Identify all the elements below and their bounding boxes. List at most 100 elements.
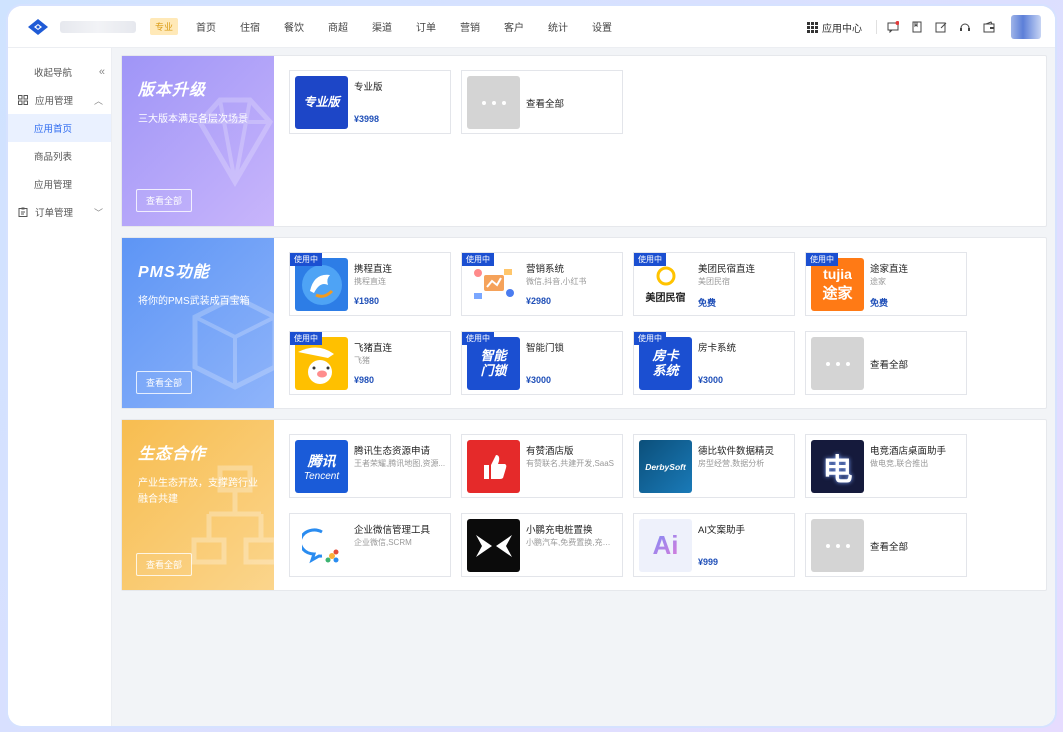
app-center-button[interactable]: 应用中心 bbox=[807, 20, 862, 35]
sidebar-group-label: 订单管理 bbox=[35, 208, 74, 219]
app-name: 美团民宿直连 bbox=[698, 264, 756, 275]
app-card-tencent[interactable]: 腾讯 Tencent 腾讯生态资源申请 王者荣耀,腾讯地图,资源... bbox=[289, 434, 451, 498]
more-icon bbox=[467, 76, 520, 129]
brand-name-blurred bbox=[60, 20, 136, 33]
edition-badge: 专业 bbox=[150, 18, 179, 35]
app-window: 专业 首页 住宿 餐饮 商超 渠道 订单 营销 客户 统计 设置 应用中心 收起… bbox=[8, 6, 1055, 726]
app-name: 专业版 bbox=[354, 82, 383, 93]
sidebar-group-order-management[interactable]: 订单管理 ﹀ bbox=[8, 198, 111, 226]
app-price: ¥1980 bbox=[354, 296, 380, 306]
app-desc: 微信,抖音,小红书 bbox=[526, 277, 587, 286]
view-all-label: 查看全部 bbox=[526, 99, 565, 110]
app-card-meituan-homestay[interactable]: 使用中 美团民宿 美团民宿直连 美团民宿 免费 bbox=[633, 252, 795, 316]
app-card-ai-copywriter[interactable]: Ai AI文案助手 ¥999 bbox=[633, 513, 795, 577]
diamond-icon bbox=[196, 97, 274, 187]
app-card-wecom[interactable]: 企业微信管理工具 企业微信,SCRM bbox=[289, 513, 451, 577]
nav-customers[interactable]: 客户 bbox=[504, 19, 524, 34]
in-use-badge: 使用中 bbox=[290, 253, 322, 266]
double-chevron-left-icon: « bbox=[98, 66, 105, 78]
nav-statistics[interactable]: 统计 bbox=[548, 19, 568, 34]
more-icon bbox=[811, 519, 864, 572]
app-desc: 美团民宿 bbox=[698, 277, 730, 286]
app-desc: 途家 bbox=[870, 277, 886, 286]
headset-icon[interactable] bbox=[959, 21, 971, 33]
collapse-nav-button[interactable]: 收起导航 « bbox=[8, 58, 111, 86]
esports-icon: 电 bbox=[811, 440, 864, 493]
section-version-upgrade: 版本升级 三大版本满足各层次场景 查看全部 专业版 专业版 ¥3998 查看全部 bbox=[121, 55, 1047, 227]
nav-orders[interactable]: 订单 bbox=[416, 19, 436, 34]
in-use-badge: 使用中 bbox=[290, 332, 322, 345]
avatar[interactable] bbox=[1011, 15, 1041, 39]
nav-dining[interactable]: 餐饮 bbox=[284, 19, 304, 34]
app-name: 房卡系统 bbox=[698, 343, 737, 354]
in-use-badge: 使用中 bbox=[806, 253, 838, 266]
sidebar-item-app-management[interactable]: 应用管理 bbox=[8, 170, 111, 198]
app-card-room-card[interactable]: 使用中 房卡系统 房卡系统 ¥3000 bbox=[633, 331, 795, 395]
main-content: 版本升级 三大版本满足各层次场景 查看全部 专业版 专业版 ¥3998 查看全部… bbox=[112, 48, 1055, 726]
app-card-esports-hotel[interactable]: 电 电竞酒店桌面助手 做电竞,联合推出 bbox=[805, 434, 967, 498]
sidebar-item-product-list[interactable]: 商品列表 bbox=[8, 142, 111, 170]
view-all-button[interactable]: 查看全部 bbox=[136, 371, 193, 394]
app-price: 免费 bbox=[870, 298, 889, 308]
nav-store[interactable]: 商超 bbox=[328, 19, 348, 34]
app-desc: 携程直连 bbox=[354, 277, 386, 286]
section-pms-features: PMS功能 将你的PMS武装成百宝箱 查看全部 使用中 携程直连 携程直连 ¥1… bbox=[121, 237, 1047, 409]
app-desc: 房型经营,数据分析 bbox=[698, 459, 765, 468]
app-name: 飞猪直连 bbox=[354, 343, 393, 354]
app-name: 德比软件数据精灵 bbox=[698, 446, 775, 457]
app-card-xpeng-charger[interactable]: 小鹏充电桩置换 小鹏汽车,免费置换,充电桩 bbox=[461, 513, 623, 577]
bookmark-icon[interactable] bbox=[911, 21, 923, 33]
app-card-view-all[interactable]: 查看全部 bbox=[805, 513, 967, 577]
collapse-nav-label: 收起导航 bbox=[34, 68, 73, 79]
wallet-icon[interactable] bbox=[983, 21, 995, 33]
sidebar-group-app-management[interactable]: 应用管理 ︿ bbox=[8, 86, 111, 114]
app-price: ¥3000 bbox=[526, 375, 552, 385]
view-all-label: 查看全部 bbox=[870, 360, 909, 371]
message-icon[interactable] bbox=[887, 21, 899, 33]
app-card-derbysoft[interactable]: DerbySoft 德比软件数据精灵 房型经营,数据分析 bbox=[633, 434, 795, 498]
grid-icon bbox=[18, 95, 28, 105]
nav-home[interactable]: 首页 bbox=[196, 19, 216, 34]
app-name: 智能门锁 bbox=[526, 343, 565, 354]
logo-icon[interactable] bbox=[26, 15, 50, 39]
app-card-pro-edition[interactable]: 专业版 专业版 ¥3998 bbox=[289, 70, 451, 134]
app-card-smart-lock[interactable]: 使用中 智能门锁 智能门锁 ¥3000 bbox=[461, 331, 623, 395]
thumbs-up-icon bbox=[467, 440, 520, 493]
app-name: 携程直连 bbox=[354, 264, 393, 275]
app-card-view-all[interactable]: 查看全部 bbox=[461, 70, 623, 134]
clipboard-icon bbox=[18, 207, 28, 217]
app-card-ctrip[interactable]: 使用中 携程直连 携程直连 ¥1980 bbox=[289, 252, 451, 316]
in-use-badge: 使用中 bbox=[462, 253, 494, 266]
sidebar: 收起导航 « 应用管理 ︿ 应用首页 商品列表 应用管理 订单管理 ﹀ bbox=[8, 48, 112, 726]
app-card-youzan-hotel[interactable]: 有赞酒店版 有赞联名,共建开发,SaaS bbox=[461, 434, 623, 498]
app-name: 有赞酒店版 bbox=[526, 446, 574, 457]
app-card-tujia[interactable]: 使用中 tujia 途家 途家直连 途家 免费 bbox=[805, 252, 967, 316]
app-price: ¥3000 bbox=[698, 375, 724, 385]
nav-channels[interactable]: 渠道 bbox=[372, 19, 392, 34]
app-desc: 飞猪 bbox=[354, 356, 370, 365]
nav-settings[interactable]: 设置 bbox=[592, 19, 612, 34]
top-right-tools: 应用中心 bbox=[807, 6, 1041, 48]
app-card-fliggy[interactable]: 使用中 飞猪直连 飞猪 ¥980 bbox=[289, 331, 451, 395]
view-all-button[interactable]: 查看全部 bbox=[136, 189, 193, 212]
nav-marketing[interactable]: 营销 bbox=[460, 19, 480, 34]
divider bbox=[876, 20, 877, 34]
sidebar-item-label: 应用管理 bbox=[34, 180, 73, 191]
app-price: ¥980 bbox=[354, 375, 375, 385]
app-card-marketing-system[interactable]: 使用中 营销系统 微信,抖音,小红书 ¥2980 bbox=[461, 252, 623, 316]
app-card-view-all[interactable]: 查看全部 bbox=[805, 331, 967, 395]
app-desc: 小鹏汽车,免费置换,充电桩 bbox=[526, 538, 618, 547]
view-all-button[interactable]: 查看全部 bbox=[136, 553, 193, 576]
sidebar-group-label: 应用管理 bbox=[35, 96, 74, 107]
pro-edition-icon: 专业版 bbox=[295, 76, 348, 129]
app-name: 小鹏充电桩置换 bbox=[526, 525, 593, 536]
banner-version-upgrade: 版本升级 三大版本满足各层次场景 查看全部 bbox=[122, 56, 274, 226]
nav-lodging[interactable]: 住宿 bbox=[240, 19, 260, 34]
sidebar-item-app-home[interactable]: 应用首页 bbox=[8, 114, 111, 142]
banner-title: 生态合作 bbox=[138, 446, 207, 463]
app-price: ¥999 bbox=[698, 557, 719, 567]
edit-icon[interactable] bbox=[935, 21, 947, 33]
chevron-up-icon: ︿ bbox=[93, 95, 103, 106]
xpeng-logo-icon bbox=[467, 519, 520, 572]
sidebar-item-label: 应用首页 bbox=[34, 124, 73, 135]
